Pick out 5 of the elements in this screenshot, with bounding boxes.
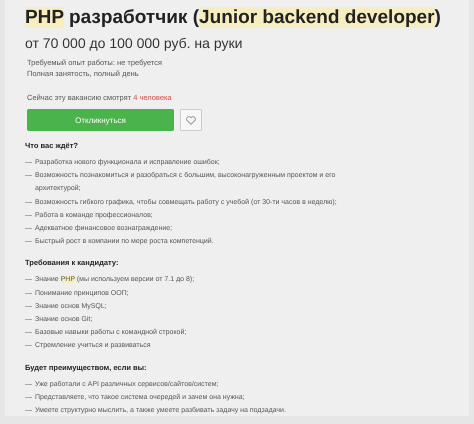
favorite-button[interactable]	[180, 109, 202, 131]
salary-text: от 70 000 до 100 000 руб. на руки	[25, 34, 244, 52]
apply-button[interactable]: Откликнуться	[27, 109, 174, 131]
heart-icon	[186, 116, 196, 124]
vacancy-title: PHP разработчик (Junior backend developer)	[25, 6, 442, 30]
